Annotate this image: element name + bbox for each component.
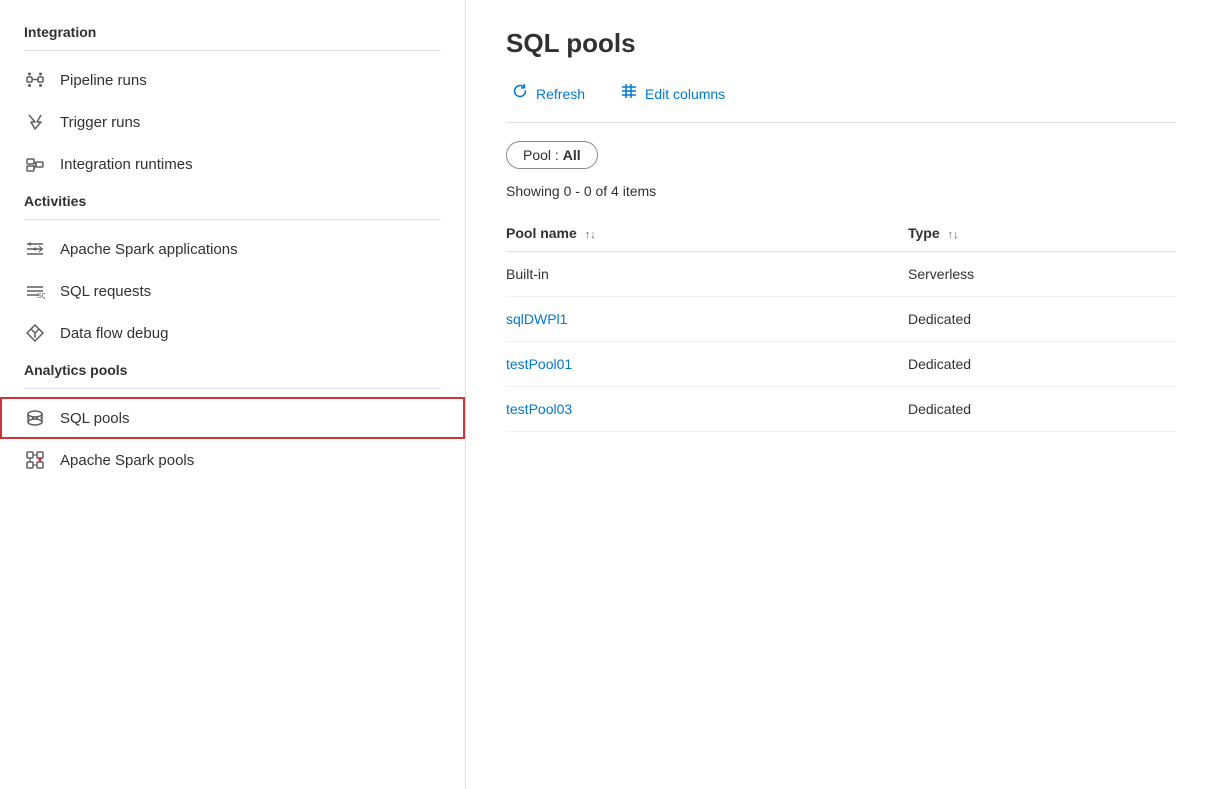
sql-pools-label: SQL pools — [60, 410, 130, 427]
sql-requests-label: SQL requests — [60, 283, 151, 300]
table-row: sqlDWPl1Dedicated — [506, 297, 1176, 342]
apache-spark-apps-label: Apache Spark applications — [60, 241, 238, 258]
table-header-row: Pool name ↑↓ Type ↑↓ — [506, 215, 1176, 252]
table-body: Built-inServerlesssqlDWPl1DedicatedtestP… — [506, 252, 1176, 432]
sidebar-item-integration-runtimes[interactable]: Integration runtimes — [0, 143, 465, 185]
section-title-activities: Activities — [0, 185, 465, 215]
integration-runtimes-label: Integration runtimes — [60, 156, 193, 173]
svg-text:SQL: SQL — [37, 293, 45, 300]
pool-filter-pill[interactable]: Pool : All — [506, 141, 598, 169]
sidebar-item-pipeline-runs[interactable]: Pipeline runs — [0, 59, 465, 101]
trigger-runs-icon — [24, 111, 46, 133]
refresh-label: Refresh — [536, 86, 585, 102]
sql-requests-icon: SQL — [24, 280, 46, 302]
table-row: testPool01Dedicated — [506, 342, 1176, 387]
pool-type-cell: Serverless — [908, 252, 1176, 297]
edit-columns-label: Edit columns — [645, 86, 725, 102]
pool-type-cell: Dedicated — [908, 342, 1176, 387]
page-title: SQL pools — [506, 28, 1176, 59]
pool-name-sort-icon[interactable]: ↑↓ — [585, 229, 596, 241]
pool-type-cell: Dedicated — [908, 297, 1176, 342]
data-flow-debug-icon — [24, 322, 46, 344]
sidebar-item-sql-pools[interactable]: SQL pools — [0, 397, 465, 439]
sql-pools-table: Pool name ↑↓ Type ↑↓ Built-inServerlesss… — [506, 215, 1176, 432]
sidebar-item-apache-spark-pools[interactable]: Apache Spark pools — [0, 439, 465, 481]
pool-name-cell: Built-in — [506, 252, 908, 297]
section-title-integration: Integration — [0, 16, 465, 46]
col-header-type[interactable]: Type ↑↓ — [908, 215, 1176, 252]
refresh-icon — [512, 83, 528, 104]
trigger-runs-label: Trigger runs — [60, 114, 140, 131]
sql-pools-icon — [24, 407, 46, 429]
sidebar-section-integration: Integration Pipeline runs — [0, 16, 465, 185]
sidebar-section-activities: Activities Apache Spark applications — [0, 185, 465, 354]
filter-bar: Pool : All — [506, 141, 1176, 169]
col-type-label: Type — [908, 225, 940, 241]
item-count: Showing 0 - 0 of 4 items — [506, 183, 1176, 199]
toolbar: Refresh Edit columns — [506, 79, 1176, 123]
sidebar-item-sql-requests[interactable]: SQL SQL requests — [0, 270, 465, 312]
apache-spark-pools-label: Apache Spark pools — [60, 452, 194, 469]
main-content: SQL pools Refresh Edit co — [466, 0, 1216, 789]
edit-columns-icon — [621, 83, 637, 104]
sidebar-item-data-flow-debug[interactable]: Data flow debug — [0, 312, 465, 354]
edit-columns-button[interactable]: Edit columns — [615, 79, 731, 108]
pool-name-cell[interactable]: testPool03 — [506, 387, 908, 432]
refresh-button[interactable]: Refresh — [506, 79, 591, 108]
col-pool-name-label: Pool name — [506, 225, 577, 241]
apache-spark-apps-icon — [24, 238, 46, 260]
pipeline-runs-label: Pipeline runs — [60, 72, 147, 89]
table-row: Built-inServerless — [506, 252, 1176, 297]
pool-name-cell[interactable]: sqlDWPl1 — [506, 297, 908, 342]
pool-name-cell[interactable]: testPool01 — [506, 342, 908, 387]
filter-label: Pool : — [523, 147, 563, 163]
sidebar-item-trigger-runs[interactable]: Trigger runs — [0, 101, 465, 143]
apache-spark-pools-icon — [24, 449, 46, 471]
filter-value: All — [563, 147, 581, 163]
type-sort-icon[interactable]: ↑↓ — [948, 229, 959, 241]
table-row: testPool03Dedicated — [506, 387, 1176, 432]
sidebar: Integration Pipeline runs — [0, 0, 466, 789]
sidebar-section-analytics-pools: Analytics pools SQL pools — [0, 354, 465, 481]
data-flow-debug-label: Data flow debug — [60, 325, 168, 342]
integration-runtimes-icon — [24, 153, 46, 175]
pool-type-cell: Dedicated — [908, 387, 1176, 432]
pipeline-runs-icon — [24, 69, 46, 91]
sidebar-item-apache-spark-apps[interactable]: Apache Spark applications — [0, 228, 465, 270]
col-header-pool-name[interactable]: Pool name ↑↓ — [506, 215, 908, 252]
section-title-analytics-pools: Analytics pools — [0, 354, 465, 384]
